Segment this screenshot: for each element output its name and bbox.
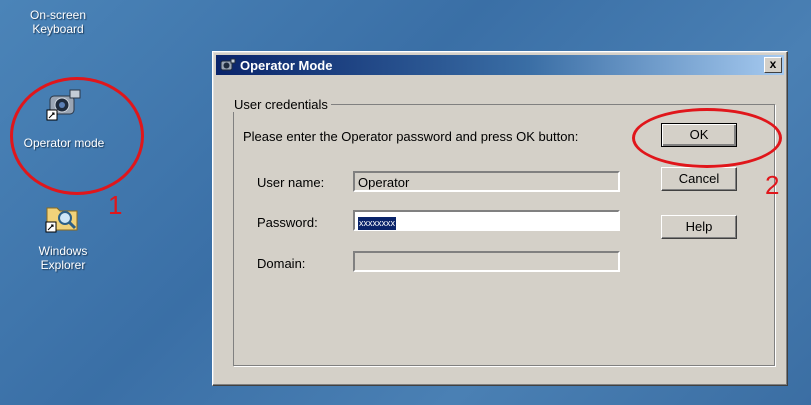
password-field[interactable]: xxxxxxxx — [353, 210, 620, 231]
desktop-icon-onscreen-keyboard[interactable]: On-screen Keyboard — [18, 0, 98, 36]
group-label: User credentials — [231, 97, 331, 112]
password-label: Password: — [257, 215, 318, 230]
icon-label: On-screen — [29, 8, 87, 22]
close-icon: x — [769, 57, 777, 71]
password-value: xxxxxxxx — [358, 217, 396, 230]
annotation-circle-ok-button — [632, 108, 782, 168]
annotation-number-2: 2 — [765, 170, 780, 200]
cancel-button[interactable]: Cancel — [661, 167, 737, 191]
folder-search-icon — [45, 207, 78, 233]
close-button[interactable]: x — [764, 57, 782, 73]
username-value: Operator — [358, 175, 410, 190]
help-button[interactable]: Help — [661, 215, 737, 239]
username-label: User name: — [257, 175, 325, 190]
username-field[interactable]: Operator — [353, 171, 620, 192]
icon-label: Windows — [38, 244, 88, 258]
icon-label: Explorer — [40, 258, 86, 272]
dialog-titlebar[interactable]: Operator Mode x — [216, 55, 784, 75]
dialog-title: Operator Mode — [240, 58, 333, 73]
domain-field[interactable] — [353, 251, 620, 272]
icon-label: Keyboard — [32, 22, 84, 36]
desktop-icon-windows-explorer[interactable]: Windows Explorer — [23, 198, 103, 272]
operator-mode-dialog: Operator Mode x User credentials Please … — [212, 51, 788, 386]
annotation-circle-operator-mode — [10, 77, 144, 195]
annotation-number-1: 1 — [108, 190, 123, 220]
instruction-text: Please enter the Operator password and p… — [243, 129, 579, 144]
domain-label: Domain: — [257, 256, 306, 271]
camera-icon — [220, 58, 236, 71]
